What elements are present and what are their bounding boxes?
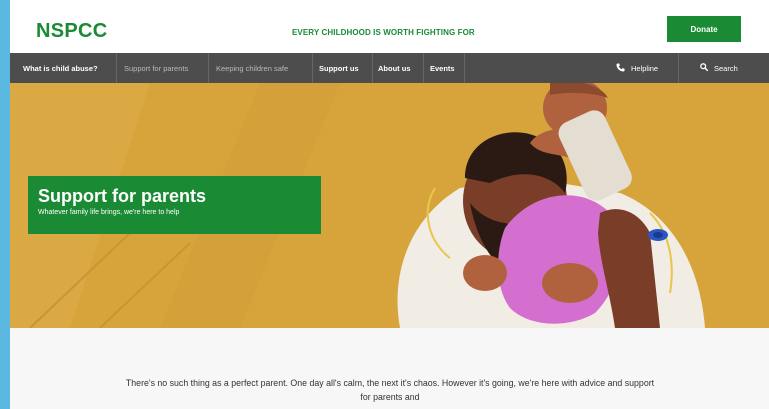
- hero-section: Support for parents Whatever family life…: [10, 83, 769, 328]
- search-label: Search: [714, 63, 738, 73]
- nav-divider: [312, 53, 313, 83]
- search-link[interactable]: Search: [700, 53, 738, 83]
- nav-item-what-is-child-abuse[interactable]: What is child abuse?: [23, 53, 98, 83]
- nav-divider: [464, 53, 465, 83]
- nav-divider: [372, 53, 373, 83]
- nav-divider: [423, 53, 424, 83]
- helpline-link[interactable]: Helpline: [616, 53, 658, 83]
- helpline-label: Helpline: [631, 63, 659, 73]
- hero-title: Support for parents: [38, 186, 207, 206]
- donate-button[interactable]: Donate: [667, 16, 741, 42]
- header-tagline: EVERY CHILDHOOD IS WORTH FIGHTING FOR: [292, 28, 475, 37]
- site-header: NSPCC EVERY CHILDHOOD IS WORTH FIGHTING …: [10, 0, 769, 53]
- nav-divider: [678, 53, 679, 83]
- nav-divider: [116, 53, 117, 83]
- nav-item-support-us[interactable]: Support us: [319, 53, 359, 83]
- search-icon: [700, 63, 709, 73]
- phone-icon: [616, 62, 625, 74]
- nspcc-logo[interactable]: NSPCC: [36, 20, 108, 43]
- nav-divider: [208, 53, 209, 83]
- intro-text: There's no such thing as a perfect paren…: [125, 378, 655, 402]
- nav-item-support-for-parents[interactable]: Support for parents: [124, 53, 188, 83]
- main-nav: What is child abuse? Support for parents…: [10, 53, 769, 83]
- nav-item-keeping-children-safe[interactable]: Keeping children safe: [216, 53, 288, 83]
- intro-section: There's no such thing as a perfect paren…: [10, 328, 769, 409]
- hero-banner: Support for parents Whatever family life…: [28, 176, 321, 234]
- nav-item-events[interactable]: Events: [430, 53, 455, 83]
- hero-subtitle: Whatever family life brings, we're here …: [38, 209, 180, 216]
- page-frame: NSPCC EVERY CHILDHOOD IS WORTH FIGHTING …: [10, 0, 769, 409]
- nav-item-about-us[interactable]: About us: [378, 53, 411, 83]
